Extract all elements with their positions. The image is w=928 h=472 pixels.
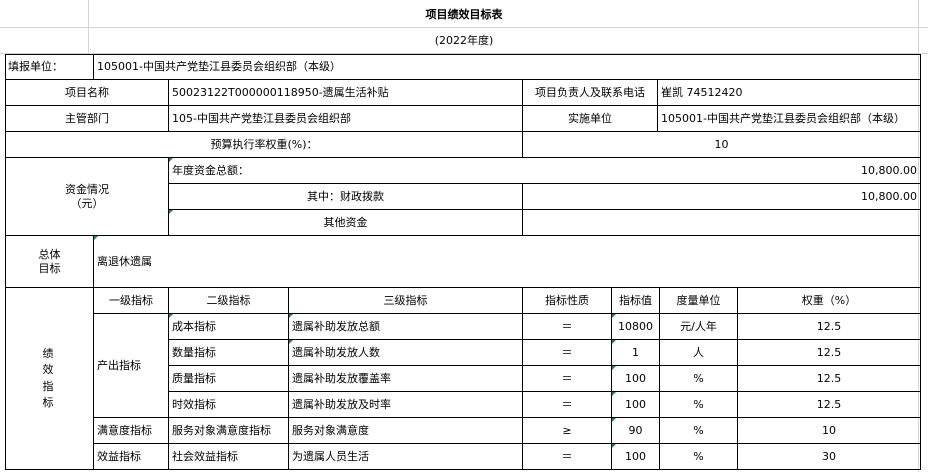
border-line	[920, 54, 921, 470]
row2-value: 1	[632, 345, 639, 359]
department-label: 主管部门	[65, 111, 109, 125]
header-level1: 一级指标	[109, 293, 153, 307]
department-value: 105-中国共产党垫江县委员会组织部	[172, 111, 351, 125]
row5-value: 90	[628, 423, 643, 437]
table-year: (2022年度)	[434, 34, 494, 48]
indicators-section-label: 绩效指标	[42, 346, 54, 410]
reporting-unit-value: 105001-中国共产党垫江县委员会组织部（本级）	[97, 60, 341, 74]
row1-level2: 成本指标	[172, 319, 216, 333]
row4-value: 100	[625, 397, 646, 411]
row1-weight: 12.5	[816, 319, 842, 333]
project-contact-value: 崔凯 74512420	[661, 85, 743, 99]
header-value: 指标值	[619, 293, 652, 307]
row6-nature: ＝	[561, 449, 573, 463]
cell-marker-icon	[612, 314, 616, 318]
cell-marker-icon	[612, 340, 616, 344]
row6-level2: 社会效益指标	[172, 449, 238, 463]
grid-line	[0, 27, 928, 28]
row6-unit: %	[693, 449, 704, 463]
row1-nature: ＝	[561, 319, 573, 333]
table-title: 项目绩效目标表	[425, 8, 503, 22]
row4-nature: ＝	[561, 397, 573, 411]
cell-marker-icon	[169, 210, 173, 214]
row3-level2: 质量指标	[172, 371, 216, 385]
header-weight: 权重（%）	[801, 293, 857, 307]
header-unit: 度量单位	[676, 293, 721, 307]
row6-value: 100	[625, 449, 646, 463]
overall-goal-label-line2: 目标	[38, 261, 61, 275]
cell-marker-icon	[94, 236, 98, 240]
row5-weight: 10	[822, 423, 836, 437]
border-line	[5, 469, 921, 470]
cell-marker-icon	[612, 366, 616, 370]
budget-weight-value: 10	[714, 137, 729, 151]
overall-goal-text: 离退休遗属	[97, 254, 152, 268]
cell-marker-icon	[289, 340, 293, 344]
row2-unit: 人	[693, 345, 704, 359]
funds-total-label: 年度资金总额：	[172, 163, 249, 177]
row6-level1: 效益指标	[97, 449, 141, 463]
row5-nature: ≥	[562, 423, 572, 437]
cell-marker-icon	[289, 314, 293, 318]
row4-weight: 12.5	[816, 397, 842, 411]
impl-unit-label: 实施单位	[568, 111, 612, 125]
reporting-unit-label: 填报单位：	[8, 60, 63, 74]
row2-level3: 遗属补助发放人数	[292, 345, 380, 359]
cell-marker-icon	[612, 392, 616, 396]
header-level2: 二级指标	[206, 293, 251, 307]
impl-unit-value: 105001-中国共产党垫江县委员会组织部（本级）	[661, 111, 905, 125]
output-indicator-label: 产出指标	[97, 358, 141, 372]
row4-level3: 遗属补助发放及时率	[292, 397, 391, 411]
row3-level3: 遗属补助发放覆盖率	[292, 371, 391, 385]
funds-label-line1: 资金情况	[65, 182, 109, 196]
funds-other-label: 其他资金	[323, 215, 368, 229]
cell-marker-icon	[612, 444, 616, 448]
row6-level3: 为遗属人员生活	[292, 449, 369, 463]
funds-label: 资金情况 （元）	[6, 158, 168, 235]
row3-value: 100	[625, 371, 646, 385]
row2-weight: 12.5	[816, 345, 842, 359]
row3-weight: 12.5	[816, 371, 842, 385]
budget-weight-label: 预算执行率权重(%)：	[210, 137, 318, 151]
project-name-value: 50023122T000000118950-遗属生活补贴	[172, 85, 389, 99]
row1-value: 10800	[618, 319, 653, 333]
row1-level3: 遗属补助发放总额	[292, 319, 380, 333]
funds-fiscal-value: 10,800.00	[861, 189, 917, 203]
row1-unit: 元/人年	[680, 319, 717, 333]
row4-level2: 时效指标	[172, 397, 216, 411]
cell-marker-icon	[169, 158, 173, 162]
funds-total-value: 10,800.00	[861, 163, 917, 177]
row5-level1: 满意度指标	[97, 423, 152, 437]
header-nature: 指标性质	[545, 293, 589, 307]
row6-weight: 30	[822, 449, 836, 463]
row2-nature: ＝	[561, 345, 573, 359]
row5-level3: 服务对象满意度	[292, 423, 369, 437]
row4-unit: %	[693, 397, 704, 411]
funds-other-value	[523, 210, 920, 235]
project-contact-label: 项目负责人及联系电话	[535, 85, 645, 99]
overall-goal-label-line1: 总体	[38, 247, 61, 261]
header-level3: 三级指标	[383, 293, 428, 307]
cell-marker-icon	[612, 418, 616, 422]
funds-label-line2: （元）	[70, 196, 104, 210]
row2-level2: 数量指标	[172, 345, 216, 359]
row5-level2: 服务对象满意度指标	[172, 423, 271, 437]
funds-fiscal-label: 其中：财政拨款	[307, 189, 384, 203]
row5-unit: %	[693, 423, 704, 437]
overall-goal-label: 总体 目标	[6, 236, 93, 287]
row3-unit: %	[693, 371, 704, 385]
cell-marker-icon	[169, 314, 173, 318]
row3-nature: ＝	[561, 371, 573, 385]
project-name-label: 项目名称	[65, 85, 109, 99]
